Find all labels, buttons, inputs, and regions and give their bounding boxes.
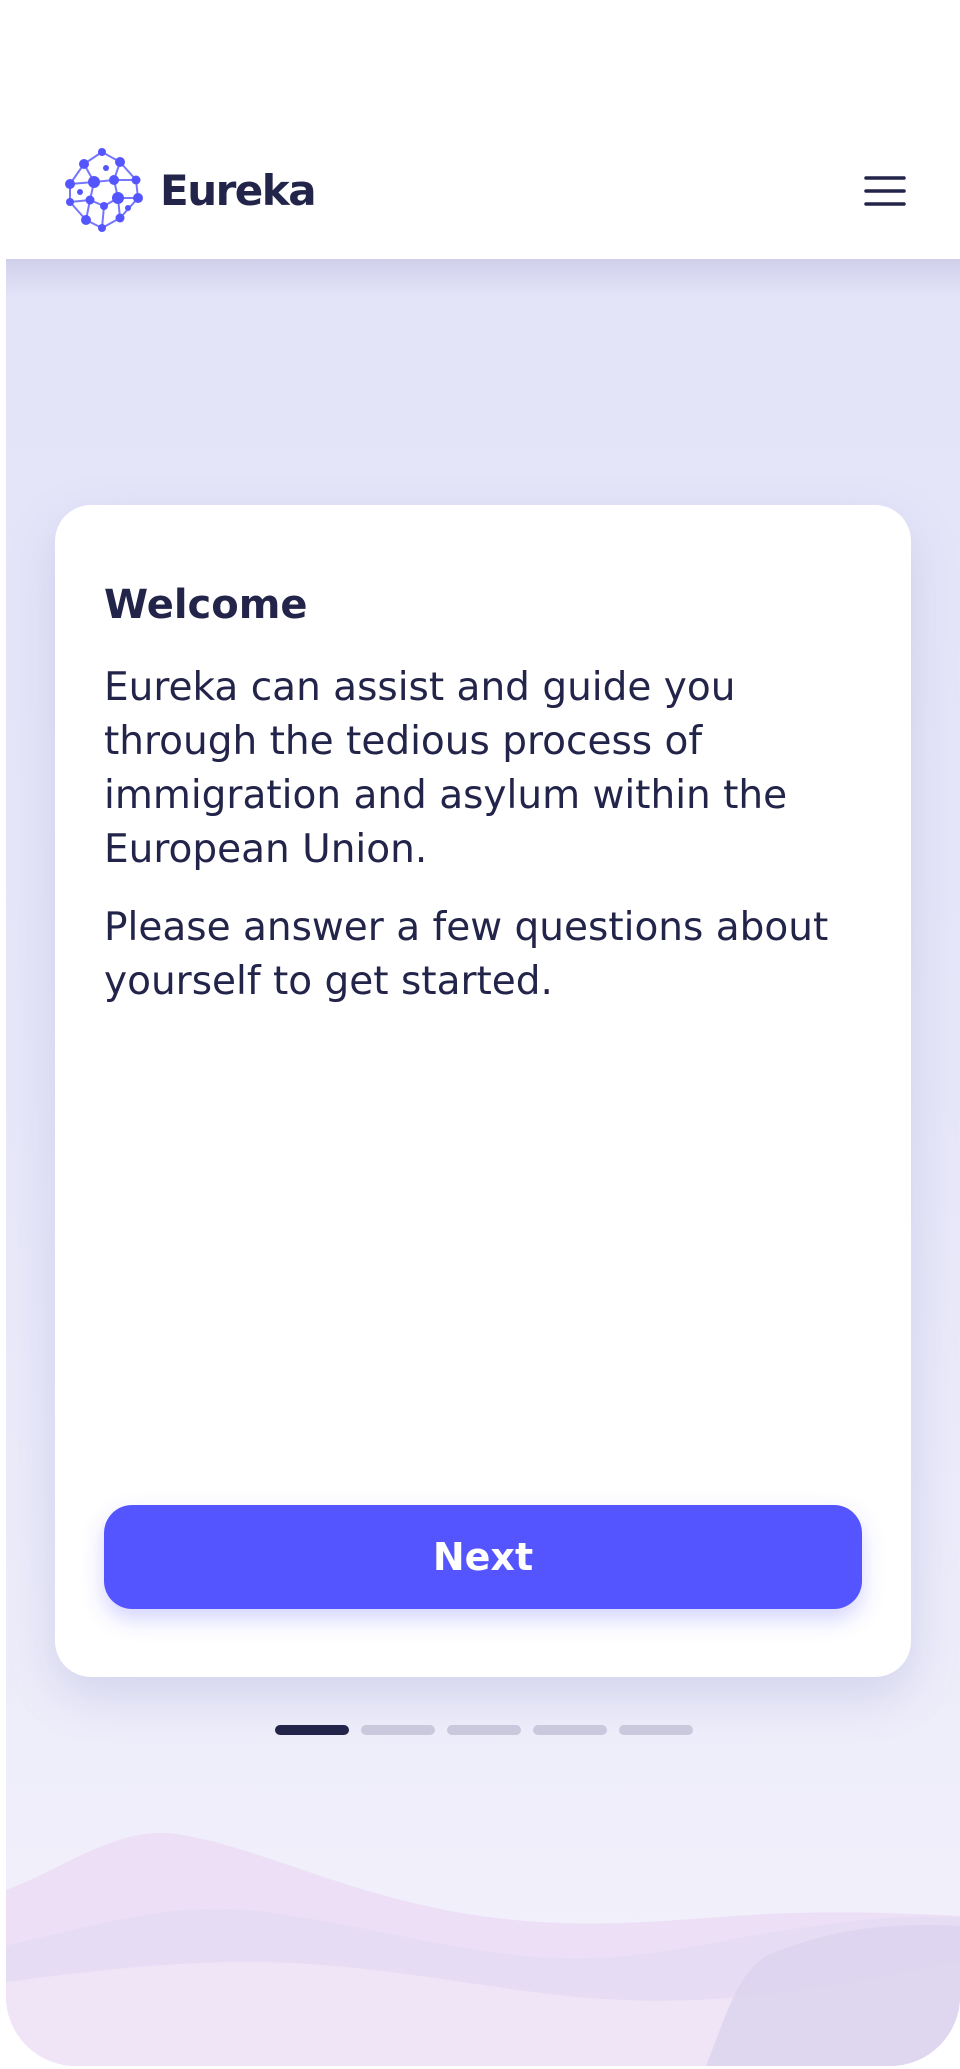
instruction-paragraph: Please answer a few questions about your… (104, 905, 829, 1004)
header-shadow (6, 259, 960, 299)
step-indicator-dot-1 (275, 1725, 349, 1735)
step-indicator-dot-5 (619, 1725, 693, 1735)
logo-text: Eureka (160, 165, 317, 215)
network-globe-icon (65, 148, 143, 232)
onboarding-screen: Welcome Eureka can assist and guide you … (6, 259, 960, 2066)
welcome-card: Welcome Eureka can assist and guide you … (55, 505, 911, 1677)
step-indicator-dot-3 (447, 1725, 521, 1735)
logo[interactable]: Eureka (56, 140, 317, 240)
hamburger-menu-icon (864, 176, 906, 206)
card-title: Welcome (104, 582, 308, 628)
intro-paragraph: Eureka can assist and guide you through … (104, 665, 788, 872)
app-page: Eureka Welcome Eureka can assist and gui… (0, 0, 960, 2069)
step-indicator-dot-2 (361, 1725, 435, 1735)
step-indicator (275, 1725, 693, 1735)
next-button[interactable]: Next (104, 1505, 862, 1609)
step-indicator-dot-4 (533, 1725, 607, 1735)
menu-button[interactable] (860, 168, 910, 214)
app-header: Eureka (6, 128, 960, 259)
background-hills (6, 1833, 960, 2066)
